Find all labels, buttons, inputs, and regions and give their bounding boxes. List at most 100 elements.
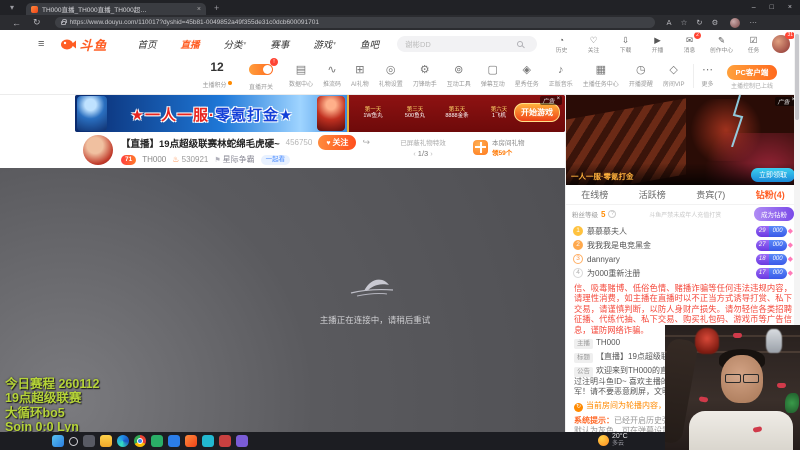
pc-client-button[interactable]: PC客户端 — [726, 65, 778, 80]
ad-close-icon[interactable]: × — [556, 96, 560, 105]
taskbar-app-icon[interactable] — [236, 435, 248, 447]
sidebar-game-ad[interactable]: 广告× 一人一服·零氪打金 立即领取 — [566, 95, 800, 185]
taskbar-app-icon[interactable] — [219, 435, 231, 447]
watch-together-tag[interactable]: 一起看 — [260, 154, 291, 165]
taskbar-app-icon[interactable] — [185, 435, 197, 447]
favorite-star-icon[interactable]: ☆ — [681, 18, 688, 27]
back-icon[interactable]: ← — [12, 18, 21, 28]
join-diamond-fan-button[interactable]: 成为钻粉 — [754, 207, 794, 221]
taskbar-app-icon[interactable] — [151, 435, 163, 447]
toggle-icon[interactable] — [249, 63, 273, 75]
header-action[interactable]: ☑ 任务 — [741, 35, 766, 54]
ad-cta-button[interactable]: 立即领取 — [751, 168, 795, 182]
nav-item[interactable]: 分类 ▾ — [223, 37, 246, 51]
taskbar-app-icon[interactable] — [202, 435, 214, 447]
browser-profile-avatar[interactable] — [730, 17, 741, 28]
taskbar-app-icon[interactable] — [134, 435, 146, 447]
weather-widget[interactable]: 20°C 多云 — [598, 433, 628, 448]
toolbar-item[interactable]: ◇ 房间VIP — [658, 64, 690, 88]
header-action[interactable]: 2 ✉ 消息 — [677, 31, 702, 54]
room-gift-entry[interactable]: 本房间礼物 领59个 — [473, 137, 525, 157]
nav-item[interactable]: 首页 — [137, 37, 156, 51]
toolbar-item[interactable]: ⊚ 互动工具 — [442, 64, 476, 88]
live-switch[interactable]: ! 直播开关 — [238, 57, 284, 91]
header-action[interactable]: ▶ 开播 — [645, 35, 670, 54]
video-player[interactable]: 主播正在连接中，请稍后重试 今日赛程 260112 19点超级联赛 大循环bo5 So… — [0, 168, 565, 450]
share-icon[interactable]: ↪ — [362, 137, 370, 148]
address-bar[interactable]: https://www.douyu.com/110017?dyshid=45b8… — [54, 17, 655, 28]
toolbar-item[interactable]: ◷ 开播提醒 — [624, 64, 658, 88]
header-action-icon: ♡ — [589, 34, 598, 45]
promo-banner[interactable]: ★一人一服·零氪打金★ 第一天 1W鱼丸 第三天 500鱼丸 第五天 8888金… — [75, 95, 565, 132]
category-link[interactable]: 星际争霸 — [214, 154, 255, 165]
streamer-avatar[interactable] — [83, 135, 113, 165]
taskbar-app-icon[interactable] — [52, 435, 64, 447]
search-input[interactable] — [405, 39, 513, 49]
toolbar-item[interactable]: ◎ 礼物设置 — [374, 64, 408, 88]
help-icon[interactable]: ? — [608, 210, 617, 218]
taskbar-app-icon[interactable] — [100, 435, 112, 447]
user-avatar[interactable]: 31 — [772, 32, 795, 53]
banner-cta-button[interactable]: 开始游戏 — [514, 103, 560, 122]
toolbar-item[interactable]: ◈ 星秀任务 — [510, 64, 544, 88]
hamburger-menu-icon[interactable]: ≡ — [38, 38, 44, 50]
rank-username: 慕慕慕夫人 — [587, 226, 627, 236]
nav-item[interactable]: 赛事 — [270, 37, 289, 51]
banner-reward-item: 第一天 1W鱼丸 — [363, 107, 383, 119]
taskbar-app-icon[interactable] — [168, 435, 180, 447]
header-action[interactable]: ♡ 关注 — [581, 35, 606, 54]
taskbar-app-icon[interactable] — [83, 435, 95, 447]
toolbar-item[interactable]: ▦ 主播任务中心 — [578, 64, 624, 88]
header-action[interactable]: ◔ 历史 — [549, 35, 574, 54]
rank-tab[interactable]: 钻粉(4) — [756, 188, 785, 201]
search-box[interactable] — [397, 36, 537, 52]
banner-reward-item: 第三天 500鱼丸 — [404, 107, 426, 119]
header-action[interactable]: ⇩ 下载 — [613, 35, 638, 54]
toolbar-item[interactable]: ▢ 弹幕互动 — [476, 64, 510, 88]
streamer-name[interactable]: TH000 — [142, 155, 166, 164]
rank-row[interactable]: 1 慕慕慕夫人 29 000 — [573, 224, 793, 238]
toolbar-item[interactable]: ♪ 正版音乐 — [544, 64, 578, 88]
rank-username: 为000重新注册 — [587, 268, 641, 278]
scrollbar-thumb[interactable] — [795, 34, 799, 120]
gift-claim-link[interactable]: 领59个 — [492, 147, 525, 157]
gift-effect-pager[interactable]: 已屏蔽礼物特效 1/3 — [391, 137, 455, 158]
browser-tab[interactable]: TH000直播_TH000直播_TH000超… × — [26, 3, 207, 15]
extensions-icon[interactable]: ⚙ — [712, 18, 719, 27]
refresh-icon[interactable]: ↻ — [33, 17, 41, 28]
follow-button[interactable]: 关注 — [318, 135, 357, 150]
rank-tab[interactable]: 在线榜 — [581, 188, 608, 201]
rank-row[interactable]: 2 我我我是电竞黑金 27 000 — [573, 238, 793, 252]
toolbar-item[interactable]: ▤ 数据中心 — [284, 64, 318, 88]
new-tab-button[interactable]: + — [214, 3, 219, 13]
header-action[interactable]: ✎ 创作中心 — [709, 35, 734, 54]
tab-search-chevron-icon[interactable]: ▾ — [10, 3, 14, 12]
rank-row[interactable]: 3 dannyary 18 000 — [573, 252, 793, 266]
schedule-line: 今日赛程 260112 — [5, 376, 100, 391]
nav-item[interactable]: 游戏 ▾ — [313, 37, 336, 51]
toolbar-more-button[interactable]: ⋯ 更多 — [692, 64, 719, 88]
close-button[interactable]: × — [788, 4, 792, 11]
toolbar-item[interactable]: ⊞ AI礼物 — [346, 64, 374, 88]
nav-item[interactable]: 直播 — [180, 37, 199, 51]
anchor-score[interactable]: 12 主播积分 — [196, 60, 238, 92]
taskbar-app-icon[interactable] — [69, 436, 78, 446]
rank-tab[interactable]: 贵宾(7) — [696, 188, 725, 201]
browser-menu-icon[interactable]: ⋯ — [749, 18, 757, 27]
minimize-button[interactable]: – — [752, 4, 756, 11]
schedule-line: 大循环bo5 — [5, 405, 65, 420]
taskbar-app-icon[interactable] — [117, 435, 129, 447]
read-aloud-icon[interactable]: A — [667, 18, 672, 27]
douyu-logo[interactable]: 斗鱼 — [60, 35, 107, 54]
notification-badge: 2 — [694, 31, 701, 39]
rank-tab[interactable]: 活跃榜 — [639, 188, 666, 201]
tab-close-icon[interactable]: × — [197, 6, 201, 13]
search-icon[interactable] — [517, 41, 523, 47]
collections-icon[interactable]: ↻ — [696, 18, 702, 27]
toolbar-item[interactable]: ⚙ 刀锋助手 — [408, 64, 442, 88]
toolbar-item[interactable]: ∿ 推流码 — [318, 64, 346, 88]
banner-reward-item: 第六天 1飞机 — [490, 107, 508, 119]
maximize-button[interactable]: □ — [770, 4, 774, 11]
nav-item[interactable]: 鱼吧 — [360, 37, 379, 51]
rank-row[interactable]: 4 为000重新注册 17 000 — [573, 266, 793, 280]
